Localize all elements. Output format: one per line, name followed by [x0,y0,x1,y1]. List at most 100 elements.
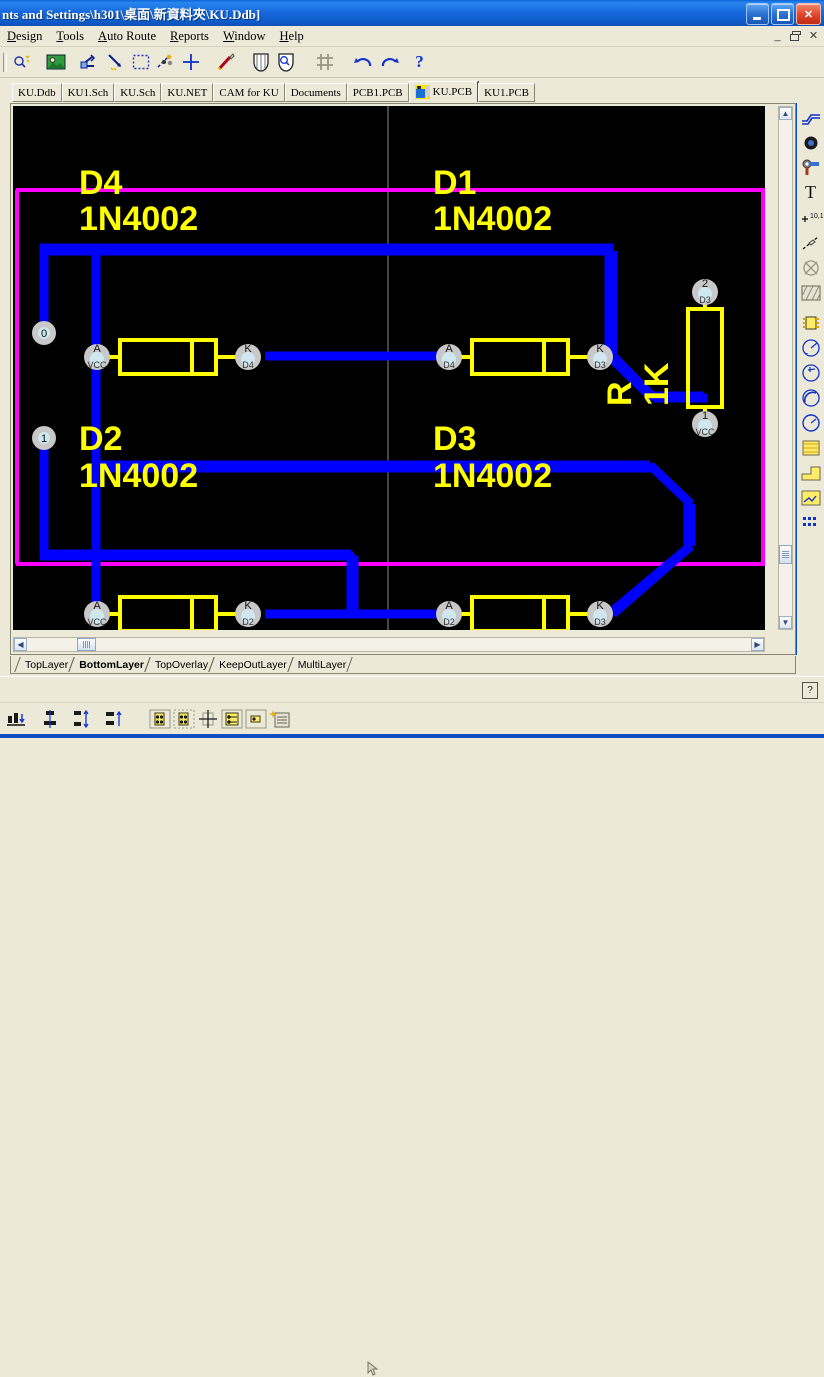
layer-tab-keepoutlayer[interactable]: KeepOutLayer [211,657,291,672]
pcb-canvas[interactable]: D4 1N4002 A VCC K D4 [13,106,765,630]
layer-tab-topoverlay[interactable]: TopOverlay [147,657,212,672]
grid-icon[interactable] [312,50,337,74]
pad-designator: 1 [702,410,708,422]
place-coordinate-icon[interactable]: 10,10 [798,205,824,230]
component-pads-icon[interactable] [220,708,244,730]
menu-design[interactable]: Design [0,28,49,45]
scroll-right-button[interactable]: ▶ [751,638,764,651]
pad-designator: 2 [702,278,708,290]
view-area-icon[interactable] [43,50,68,74]
vertical-scrollbar[interactable]: ▲ ▼ [778,106,793,630]
pad-net: D4 [242,360,254,370]
menu-help[interactable]: Help [273,28,311,45]
layer-tab-toplayer[interactable]: TopLayer [17,657,72,672]
tab-label: KU.Ddb [18,87,56,99]
tab-ku-pcb[interactable]: KU.PCB [409,81,478,102]
tab-ku1-pcb[interactable]: KU1.PCB [478,83,535,102]
place-copper-pour-icon[interactable] [798,485,824,510]
window-footer-accent [0,734,824,738]
mdi-minimize-button[interactable]: _ [769,28,786,43]
redo-icon[interactable] [376,50,401,74]
scroll-left-button[interactable]: ◀ [14,638,27,651]
move-icon[interactable] [103,50,128,74]
crosshair-icon[interactable] [178,50,203,74]
pad-net: D3 [699,295,711,305]
place-arc-any-icon[interactable] [798,385,824,410]
align-horizontal-center-icon[interactable] [38,708,62,730]
tab-documents[interactable]: Documents [285,83,347,102]
d3-designator: D3 [433,420,476,458]
horizontal-scroll-thumb[interactable] [77,638,96,651]
place-array-icon[interactable] [798,510,824,535]
help-icon[interactable]: ? [407,50,432,74]
tab-ku1-sch[interactable]: KU1.Sch [62,83,115,102]
layer-tab-multilayer[interactable]: MultiLayer [290,657,350,672]
component-icon[interactable] [148,708,172,730]
tab-label: KU.NET [167,87,207,99]
browse-icon[interactable] [10,50,35,74]
drc-icon[interactable] [248,50,273,74]
mdi-restore-button[interactable] [787,28,804,43]
place-keepout-icon[interactable] [798,255,824,280]
place-split-plane-icon[interactable] [798,460,824,485]
close-button[interactable]: ✕ [796,3,821,25]
align-bottom-icon[interactable] [4,708,28,730]
pad-net: VCC [87,360,107,370]
scroll-down-button[interactable]: ▼ [779,616,792,629]
component-origin-icon[interactable] [196,708,220,730]
close-icon: ✕ [797,4,820,24]
tab-pcb1-pcb[interactable]: PCB1.PCB [347,83,409,102]
mdi-close-button[interactable]: ✕ [805,28,822,43]
place-fill-icon[interactable] [798,280,824,305]
place-arc-center-icon[interactable] [798,335,824,360]
place-dimension-icon[interactable] [798,230,824,255]
tab-label: Documents [291,87,341,99]
move-selection-icon[interactable] [153,50,178,74]
pad-net: D2 [242,617,254,627]
place-string-icon[interactable]: T [798,180,824,205]
place-circle-icon[interactable] [798,410,824,435]
tab-ku-sch[interactable]: KU.Sch [114,83,161,102]
horizontal-scrollbar[interactable]: ◀ ▶ [13,637,765,652]
place-via-icon[interactable] [798,130,824,155]
component-toolbar [0,702,824,735]
select-area-icon[interactable] [128,50,153,74]
tab-cam-for-ku[interactable]: CAM for KU [213,83,284,102]
component-wand-icon[interactable] [268,708,292,730]
highlight-icon[interactable] [213,50,238,74]
pad-net: D2 [443,617,455,627]
place-component-icon[interactable] [798,310,824,335]
place-arc-edge-icon[interactable] [798,360,824,385]
minimize-button[interactable] [746,3,769,25]
scroll-up-button[interactable]: ▲ [779,107,792,120]
menu-reports[interactable]: Reports [163,28,216,45]
drc2-icon[interactable] [273,50,298,74]
interactive-route-icon[interactable] [798,105,824,130]
layer-tab-label: BottomLayer [79,659,144,671]
layer-tab-label: TopOverlay [155,659,208,671]
pad-net: VCC [87,617,107,627]
place-polygon-icon[interactable] [798,435,824,460]
component-dashed-icon[interactable] [172,708,196,730]
menu-tools[interactable]: Tools [49,28,91,45]
vertical-scroll-thumb[interactable] [779,545,792,564]
pcb-artwork: D4 1N4002 A VCC K D4 [13,106,765,630]
menu-auto-route[interactable]: Auto Route [91,28,163,45]
mouse-cursor-icon [366,1361,382,1377]
context-help-button[interactable]: ? [802,682,818,699]
route-icon[interactable] [78,50,103,74]
tab-ku-net[interactable]: KU.NET [161,83,213,102]
component-single-pad-icon[interactable] [244,708,268,730]
place-pad-icon[interactable] [798,155,824,180]
connector-pad-0[interactable]: 0 [32,321,56,345]
maximize-button[interactable] [771,3,794,25]
space-horizontal-icon[interactable] [102,708,126,730]
space-vertical-icon[interactable] [70,708,94,730]
tab-ku-ddb[interactable]: KU.Ddb [12,83,62,102]
undo-icon[interactable] [351,50,376,74]
layer-tab-bottomlayer[interactable]: BottomLayer [71,657,148,672]
pad-designator: A [445,600,453,612]
svg-text:10,10: 10,10 [810,213,823,220]
menu-window[interactable]: Window [216,28,273,45]
connector-pad-1[interactable]: 1 [32,426,56,450]
